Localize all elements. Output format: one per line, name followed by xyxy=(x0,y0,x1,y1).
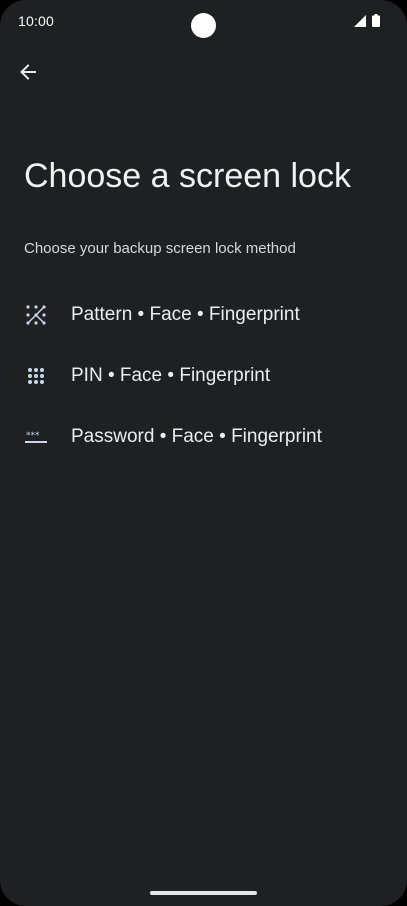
page-title: Choose a screen lock xyxy=(24,157,351,195)
svg-text:***: *** xyxy=(26,431,40,441)
status-icons xyxy=(354,14,380,27)
arrow-back-icon xyxy=(20,64,36,80)
option-password[interactable]: *** Password • Face • Fingerprint xyxy=(0,412,407,462)
password-icon: *** xyxy=(24,425,48,449)
back-button[interactable] xyxy=(12,56,44,88)
option-pin-label: PIN • Face • Fingerprint xyxy=(71,365,271,386)
camera-cutout xyxy=(191,13,216,38)
signal-icon xyxy=(354,15,366,27)
gesture-nav-handle[interactable] xyxy=(150,891,257,895)
page-subtitle: Choose your backup screen lock method xyxy=(24,240,296,257)
option-pattern[interactable]: Pattern • Face • Fingerprint xyxy=(0,290,407,340)
battery-icon xyxy=(372,14,380,27)
status-bar: 10:00 xyxy=(0,0,407,44)
pin-icon xyxy=(24,364,48,388)
option-pattern-label: Pattern • Face • Fingerprint xyxy=(71,304,300,325)
status-time: 10:00 xyxy=(18,13,55,29)
option-pin[interactable]: PIN • Face • Fingerprint xyxy=(0,351,407,401)
phone-screen: 10:00 Choose a screen lock Choose your b… xyxy=(0,0,407,906)
pattern-icon xyxy=(24,303,48,327)
option-password-label: Password • Face • Fingerprint xyxy=(71,426,322,447)
